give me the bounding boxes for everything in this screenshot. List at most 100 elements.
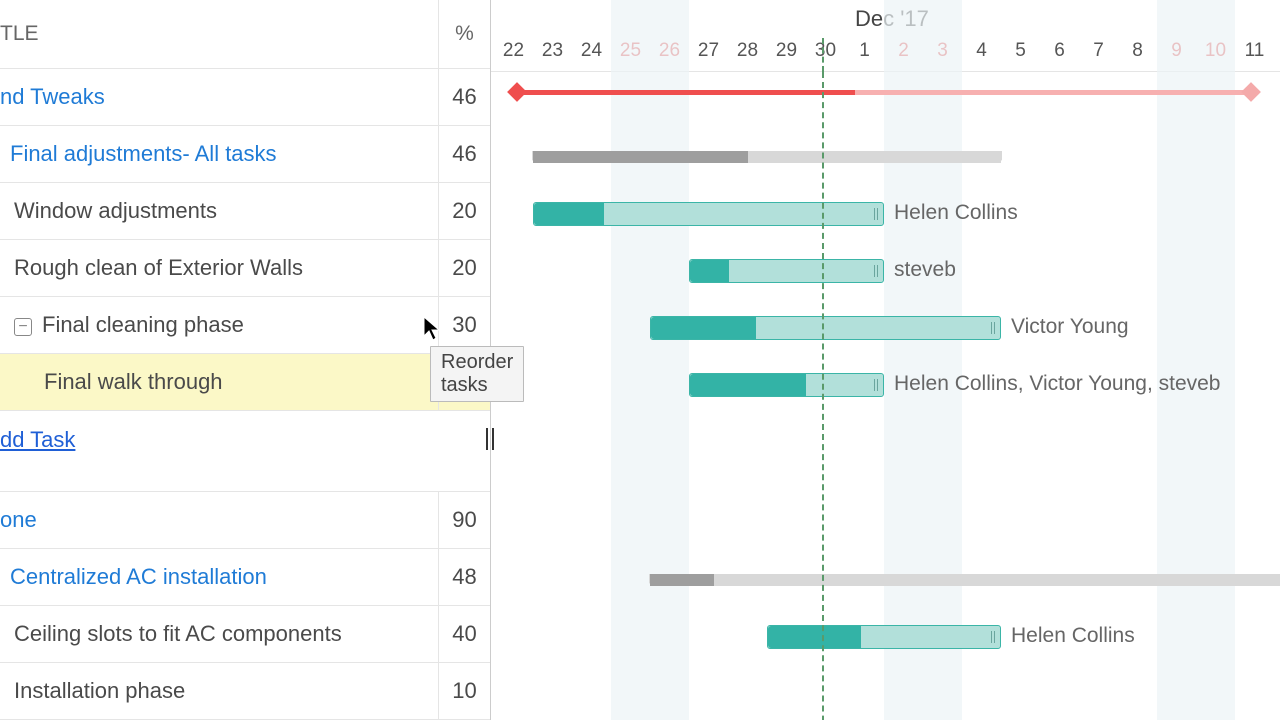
weekend-band — [1157, 0, 1235, 72]
task-title[interactable]: Centralized AC installation — [0, 564, 438, 590]
resize-handle-icon[interactable] — [990, 320, 996, 336]
milestone-diamond-icon[interactable] — [1241, 82, 1261, 102]
summary-bar[interactable] — [533, 151, 1001, 163]
day-cell[interactable]: 7 — [1079, 40, 1118, 62]
task-title[interactable]: Final walk through — [0, 369, 438, 395]
gantt-row: Helen Collins — [491, 609, 1280, 666]
task-row[interactable]: Installation phase10 — [0, 663, 490, 720]
gantt-row — [491, 471, 1280, 495]
day-cell[interactable]: 29 — [767, 40, 806, 62]
day-cell[interactable]: 6 — [1040, 40, 1079, 62]
task-progress — [690, 374, 806, 396]
weekend-band — [611, 0, 689, 72]
gantt-pane[interactable]: Dec '17 2223242526272829301234567891011 … — [490, 0, 1280, 720]
gantt-row — [491, 495, 1280, 552]
collapse-icon[interactable]: − — [14, 318, 32, 336]
assignee-label: Helen Collins — [1011, 624, 1135, 648]
task-title[interactable]: nd Tweaks — [0, 84, 438, 110]
task-row[interactable]: nd Tweaks46 — [0, 69, 490, 126]
summary-progress — [650, 574, 714, 586]
day-cell[interactable]: 4 — [962, 40, 1001, 62]
pane-splitter-handle[interactable] — [484, 428, 496, 450]
day-cell[interactable]: 23 — [533, 40, 572, 62]
task-bar[interactable] — [650, 316, 1001, 340]
day-cell[interactable]: 28 — [728, 40, 767, 62]
task-progress — [768, 626, 861, 648]
assignee-label: Helen Collins, Victor Young, steveb — [894, 372, 1220, 396]
column-header-title[interactable]: TLE — [0, 22, 438, 46]
task-title[interactable]: −Final cleaning phase — [0, 312, 438, 338]
gantt-body[interactable]: Helen Collins steveb Victor Young Helen Col… — [491, 72, 1280, 720]
gantt-row — [491, 666, 1280, 720]
summary-bar[interactable] — [650, 574, 1280, 586]
day-cell[interactable]: 24 — [572, 40, 611, 62]
task-percent: 30 — [438, 297, 490, 353]
gantt-row — [491, 414, 1280, 471]
milestone-bar[interactable] — [517, 90, 854, 95]
gantt-row: Helen Collins, Victor Young, steveb — [491, 357, 1280, 414]
task-title[interactable]: Ceiling slots to fit AC components — [0, 621, 438, 647]
task-progress — [534, 203, 604, 225]
assignee-label: steveb — [894, 258, 956, 282]
task-title-text: Final adjustments- All tasks — [10, 141, 277, 166]
task-title-text: Ceiling slots to fit AC components — [14, 621, 342, 646]
task-list-pane: TLE % nd Tweaks46Final adjustments- All … — [0, 0, 490, 720]
task-title[interactable]: Rough clean of Exterior Walls — [0, 255, 438, 281]
day-cell[interactable]: 11 — [1235, 40, 1274, 62]
task-bar[interactable] — [767, 625, 1001, 649]
task-row[interactable]: −Final cleaning phase30 — [0, 297, 490, 354]
task-title-text: Window adjustments — [14, 198, 217, 223]
gantt-row — [491, 72, 1280, 129]
summary-progress — [533, 151, 748, 163]
task-percent: 46 — [438, 126, 490, 182]
resize-handle-icon[interactable] — [873, 263, 879, 279]
today-line — [822, 38, 824, 72]
task-title[interactable]: one — [0, 507, 438, 533]
add-task-link[interactable]: dd Task — [0, 411, 490, 468]
task-percent: 90 — [438, 492, 490, 548]
today-line — [822, 72, 824, 720]
task-percent: 20 — [438, 240, 490, 296]
gantt-row: steveb — [491, 243, 1280, 300]
gantt-row — [491, 129, 1280, 186]
task-progress — [651, 317, 756, 339]
task-percent: 48 — [438, 549, 490, 605]
task-title[interactable]: Installation phase — [0, 678, 438, 704]
resize-handle-icon[interactable] — [873, 206, 879, 222]
task-percent: 20 — [438, 183, 490, 239]
day-cell[interactable]: 5 — [1001, 40, 1040, 62]
task-title-text: Rough clean of Exterior Walls — [14, 255, 303, 280]
task-bar[interactable] — [689, 373, 884, 397]
task-row[interactable]: Window adjustments 20 — [0, 183, 490, 240]
task-title[interactable]: Final adjustments- All tasks — [0, 141, 438, 167]
task-title-text: Final walk through — [44, 369, 223, 394]
resize-handle-icon[interactable] — [873, 377, 879, 393]
task-bar[interactable] — [689, 259, 884, 283]
task-row[interactable]: Rough clean of Exterior Walls 20 — [0, 240, 490, 297]
section-spacer — [0, 468, 490, 492]
task-list-header: TLE % — [0, 0, 490, 69]
milestone-bar-remaining[interactable] — [855, 90, 1251, 95]
task-row[interactable]: Ceiling slots to fit AC components 40 — [0, 606, 490, 663]
task-percent: 46 — [438, 69, 490, 125]
task-row[interactable]: Final walk through60 — [0, 354, 490, 411]
day-cell[interactable]: 27 — [689, 40, 728, 62]
gantt-row: Helen Collins — [491, 186, 1280, 243]
task-title[interactable]: Window adjustments — [0, 198, 438, 224]
column-header-percent[interactable]: % — [438, 0, 490, 68]
task-row[interactable]: Centralized AC installation48 — [0, 549, 490, 606]
task-title-text: Final cleaning phase — [42, 312, 244, 337]
day-cell[interactable]: 8 — [1118, 40, 1157, 62]
day-cell[interactable]: 30 — [806, 40, 845, 62]
assignee-label: Victor Young — [1011, 315, 1129, 339]
task-title-text: Installation phase — [14, 678, 185, 703]
weekend-band — [884, 0, 962, 72]
day-cell[interactable]: 22 — [494, 40, 533, 62]
task-percent: 40 — [438, 606, 490, 662]
resize-handle-icon[interactable] — [990, 629, 996, 645]
day-cell[interactable]: 1 — [845, 40, 884, 62]
milestone-diamond-icon[interactable] — [507, 82, 527, 102]
task-bar[interactable] — [533, 202, 884, 226]
task-row[interactable]: Final adjustments- All tasks 46 — [0, 126, 490, 183]
task-row[interactable]: one90 — [0, 492, 490, 549]
